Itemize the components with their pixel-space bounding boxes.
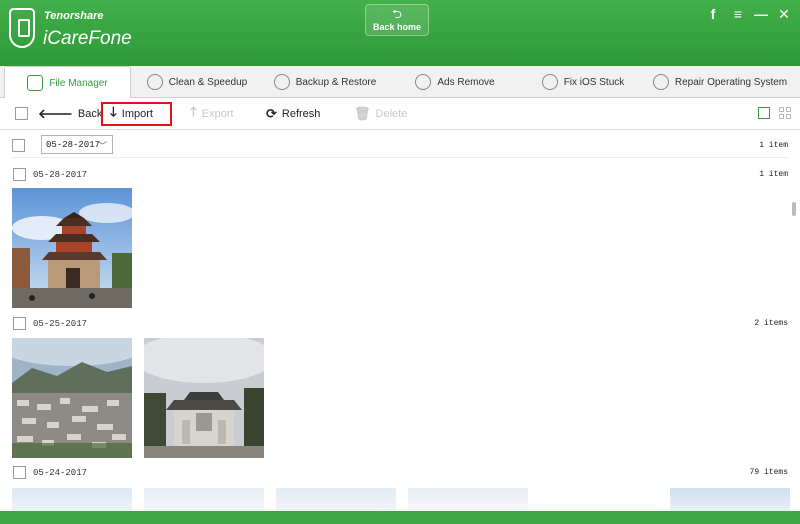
facebook-icon[interactable]: f bbox=[704, 6, 722, 22]
tab-strip: File Manager Clean & Speedup Backup & Re… bbox=[0, 66, 800, 99]
photo-thumbnail[interactable] bbox=[276, 488, 396, 511]
trash-icon: 🗑 bbox=[354, 106, 371, 121]
tab-clean-speedup[interactable]: Clean & Speedup bbox=[137, 66, 257, 98]
tab-label: Backup & Restore bbox=[295, 76, 377, 88]
back-home-icon: ⮌ bbox=[392, 7, 402, 21]
date-filter-value: 05-28-2017 bbox=[46, 140, 101, 150]
arrow-left-icon: 🡐 bbox=[38, 106, 73, 121]
title-bar: Tenorshare iCareFone ⮌ Back home f ≡ — ✕ bbox=[0, 0, 800, 62]
divider bbox=[12, 157, 788, 158]
delete-button[interactable]: 🗑 Delete bbox=[354, 105, 407, 123]
app-name: iCareFone bbox=[43, 28, 132, 49]
delete-label: Delete bbox=[375, 108, 408, 120]
ads-remove-icon bbox=[415, 74, 432, 90]
tab-label: Clean & Speedup bbox=[168, 76, 248, 88]
grid-view-icon[interactable] bbox=[779, 107, 791, 119]
tab-label: Repair Operating System bbox=[674, 76, 788, 88]
tab-file-manager[interactable]: File Manager bbox=[4, 66, 131, 99]
scrollbar-thumb[interactable] bbox=[792, 202, 796, 216]
wrench-icon bbox=[652, 74, 669, 90]
photo-thumbnail-pagoda[interactable] bbox=[12, 188, 132, 308]
chevron-down-icon: ﹀ bbox=[97, 142, 107, 152]
tab-ads-remove[interactable]: Ads Remove bbox=[400, 66, 510, 98]
back-button[interactable]: 🡐 Back bbox=[38, 105, 102, 123]
refresh-circle-icon bbox=[541, 74, 558, 90]
rocket-icon bbox=[146, 74, 163, 90]
tab-repair-operating-system[interactable]: Repair Operating System bbox=[650, 66, 790, 98]
back-home-label: Back home bbox=[372, 22, 422, 32]
tab-label: Ads Remove bbox=[437, 76, 495, 88]
tab-label: File Manager bbox=[49, 77, 108, 89]
tab-backup-restore[interactable]: Backup & Restore bbox=[265, 66, 385, 98]
group-checkbox[interactable] bbox=[13, 168, 26, 181]
photo-thumbnail[interactable] bbox=[12, 488, 132, 511]
status-bar bbox=[0, 511, 800, 524]
refresh-button[interactable]: ⟳ Refresh bbox=[266, 105, 320, 123]
photo-thumbnail[interactable] bbox=[670, 488, 790, 511]
photo-thumbnail[interactable] bbox=[408, 488, 528, 511]
vendor-name: Tenorshare bbox=[44, 10, 104, 22]
folder-icon bbox=[273, 74, 290, 90]
back-label: Back bbox=[77, 108, 103, 120]
export-button[interactable]: 🡑 Export bbox=[190, 104, 234, 123]
filter-checkbox[interactable] bbox=[12, 139, 25, 152]
close-icon[interactable]: ✕ bbox=[775, 6, 793, 23]
photo-thumbnail-gate[interactable] bbox=[144, 338, 264, 458]
refresh-label: Refresh bbox=[281, 108, 321, 120]
tab-fix-ios-stuck[interactable]: Fix iOS Stuck bbox=[528, 66, 638, 98]
filter-count: 1 item bbox=[759, 141, 788, 150]
tab-label: Fix iOS Stuck bbox=[563, 76, 625, 88]
select-all-checkbox[interactable] bbox=[15, 107, 28, 120]
minimize-icon[interactable]: — bbox=[752, 6, 770, 22]
refresh-icon: ⟳ bbox=[266, 106, 277, 121]
group-checkbox[interactable] bbox=[13, 466, 26, 479]
phone-logo-icon bbox=[9, 8, 35, 48]
group-checkbox[interactable] bbox=[13, 317, 26, 330]
group-date: 05-28-2017 bbox=[33, 170, 88, 180]
photo-thumbnail[interactable] bbox=[144, 488, 264, 511]
file-manager-icon bbox=[27, 75, 44, 91]
date-filter-select[interactable]: 05-28-2017 ﹀ bbox=[41, 135, 113, 154]
photo-thumbnail-town[interactable] bbox=[12, 338, 132, 458]
group-count: 79 items bbox=[749, 468, 788, 477]
back-home-button[interactable]: ⮌ Back home bbox=[365, 4, 429, 36]
group-count: 2 items bbox=[754, 319, 788, 328]
export-label: Export bbox=[201, 108, 234, 120]
export-arrow-icon: 🡑 bbox=[190, 104, 197, 119]
menu-icon[interactable]: ≡ bbox=[729, 6, 747, 22]
group-count: 1 item bbox=[759, 170, 788, 179]
app-window: Tenorshare iCareFone ⮌ Back home f ≡ — ✕… bbox=[0, 0, 800, 524]
group-date: 05-24-2017 bbox=[33, 468, 88, 478]
group-date: 05-25-2017 bbox=[33, 319, 88, 329]
list-view-icon[interactable] bbox=[758, 107, 770, 119]
import-highlight-box bbox=[101, 102, 172, 126]
